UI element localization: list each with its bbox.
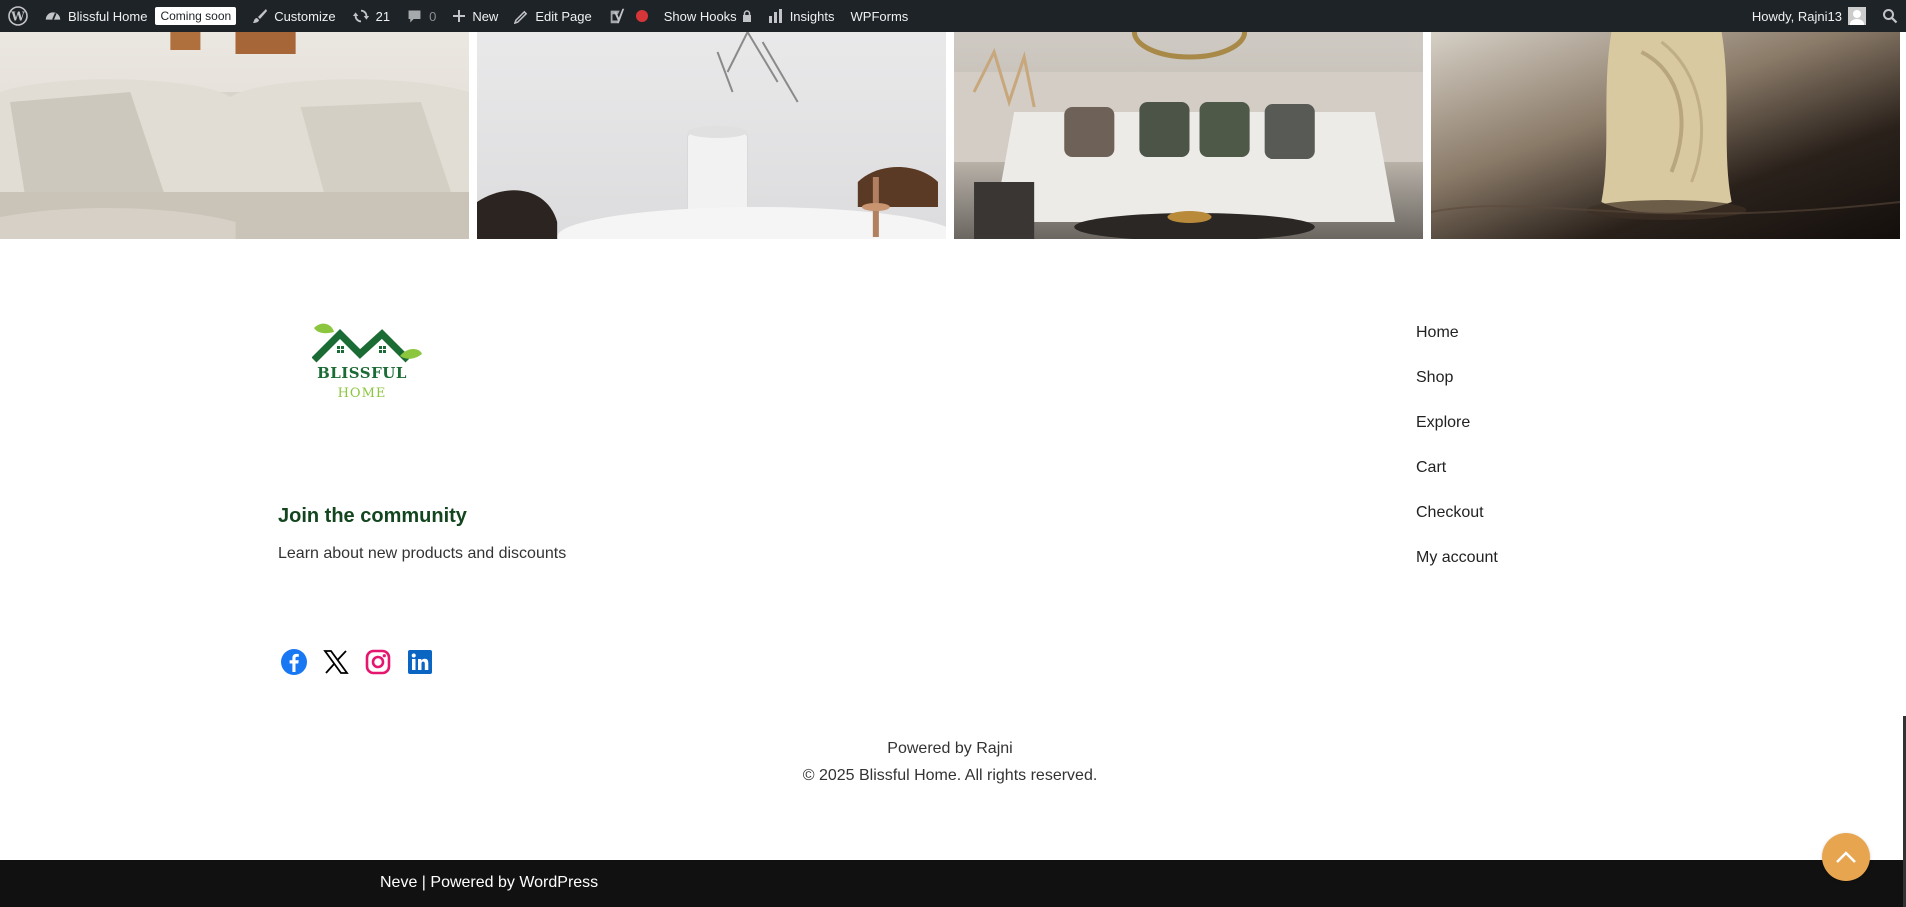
gallery-image-sofa[interactable] [0,32,469,239]
site-logo[interactable]: BLISSFUL HOME [311,318,424,408]
living-room-illustration [954,32,1423,239]
show-hooks-label: Show Hooks [663,8,737,24]
sofa-illustration [0,32,469,239]
image-gallery [0,32,1900,239]
neve-theme-link[interactable]: Neve [380,874,417,891]
wpforms-link[interactable]: WPForms [843,0,917,32]
logo-text-blissful: BLISSFUL [317,364,407,382]
gallery-image-sculpture[interactable] [1431,32,1900,239]
x-link[interactable] [322,648,350,676]
community-subtitle: Learn about new products and discounts [278,545,567,562]
house-logo-icon [311,323,422,363]
svg-text:W: W [10,10,25,24]
community-heading: Join the community [278,505,467,527]
comments-link[interactable]: 0 [398,0,444,32]
site-name-label: Blissful Home [68,8,148,24]
my-account-menu[interactable]: Howdy, Rajni13 [1744,0,1874,32]
credits-separator: | Powered by [417,874,520,891]
howdy-label: Howdy, Rajni13 [1751,8,1842,24]
footer-nav-my-account[interactable]: My account [1416,545,1498,590]
yoast-icon [610,8,624,24]
gallery-image-living-room[interactable] [954,32,1423,239]
coming-soon-label: Coming soon [155,7,237,25]
vase-illustration [477,32,946,239]
dashboard-icon [45,12,61,20]
search-icon [1883,9,1898,24]
updates-icon [352,9,369,23]
yoast-seo-menu[interactable] [600,0,656,32]
facebook-link[interactable] [280,648,308,676]
scroll-to-top-button[interactable] [1822,833,1870,881]
bar-chart-icon [768,9,782,23]
pencil-icon [514,10,528,24]
admin-search[interactable] [1874,0,1906,32]
comments-count: 0 [429,8,437,24]
footer-menu: Home Shop Explore Cart Checkout My accou… [1416,320,1498,590]
wordpress-link[interactable]: WordPress [519,874,598,891]
sculpture-illustration [1431,32,1900,220]
paintbrush-icon [253,9,268,23]
linkedin-link[interactable] [406,648,434,676]
edit-page-label: Edit Page [535,8,592,24]
footer-nav-checkout[interactable]: Checkout [1416,500,1498,545]
new-label: New [472,8,499,24]
social-links [280,648,434,676]
wpforms-label: WPForms [850,8,909,24]
avatar [1848,7,1866,25]
logo-text-home: HOME [337,386,387,401]
lock-icon [742,10,751,22]
updates-count: 21 [375,8,391,24]
gallery-image-vase[interactable] [477,32,946,239]
x-twitter-icon [323,650,349,674]
bottom-credits-bar: Neve | Powered by WordPress [0,860,1906,907]
insights-link[interactable]: Insights [760,0,843,32]
new-content-menu[interactable]: New [444,0,506,32]
updates-link[interactable]: 21 [344,0,398,32]
coming-soon-badge[interactable]: Coming soon [155,0,244,32]
site-name-menu[interactable]: Blissful Home [36,0,155,32]
wordpress-logo-menu[interactable]: W [0,0,36,32]
linkedin-icon [408,650,432,674]
comment-icon [408,10,421,22]
facebook-icon [281,649,307,675]
chevron-up-icon [1836,851,1856,863]
copyright-text: © 2025 Blissful Home. All rights reserve… [802,767,1098,784]
edit-page-link[interactable]: Edit Page [506,0,599,32]
insights-label: Insights [789,8,835,24]
show-hooks-toggle[interactable]: Show Hooks [656,0,760,32]
customize-link[interactable]: Customize [244,0,343,32]
seo-status-dot [635,10,648,22]
footer-nav-home[interactable]: Home [1416,320,1498,365]
instagram-link[interactable] [364,648,392,676]
footer-nav-cart[interactable]: Cart [1416,455,1498,500]
credits-text: Neve | Powered by WordPress [380,874,598,892]
plus-icon [453,10,466,22]
wordpress-icon: W [8,6,28,26]
footer-nav-shop[interactable]: Shop [1416,365,1498,410]
instagram-icon [365,649,391,675]
customize-label: Customize [274,8,336,24]
admin-bar: W Blissful Home Coming soon Customize 21… [0,0,1906,32]
footer-nav-explore[interactable]: Explore [1416,410,1498,455]
powered-by-text: Powered by Rajni [887,740,1013,757]
